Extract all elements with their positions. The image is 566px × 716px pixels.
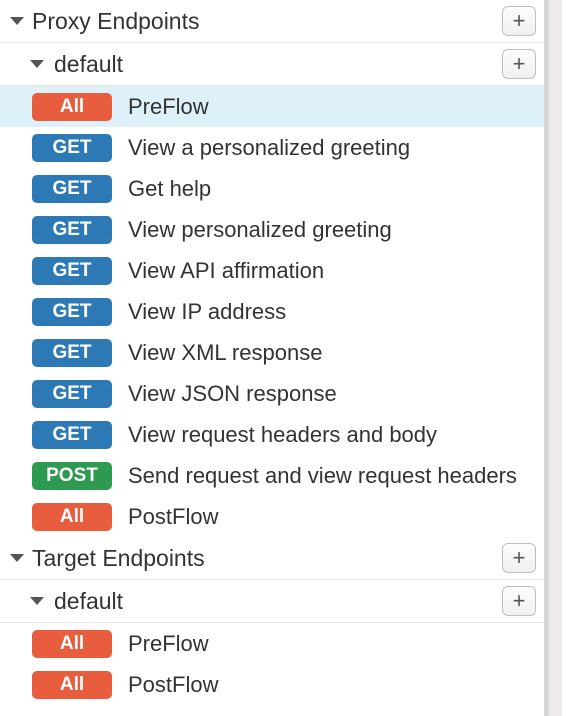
method-badge: All [32,671,112,699]
flow-label: View API affirmation [128,258,536,284]
endpoint-name: default [54,51,502,78]
flow-label: PostFlow [128,672,536,698]
flow-row[interactable]: GET View JSON response [0,373,544,414]
chevron-down-icon [30,60,44,68]
flow-label: View XML response [128,340,536,366]
proxy-default-flow-list: All PreFlow GET View a personalized gree… [0,86,544,537]
method-badge: All [32,630,112,658]
flow-label: View request headers and body [128,422,536,448]
flow-label: View a personalized greeting [128,135,536,161]
method-badge: All [32,93,112,121]
chevron-down-icon [30,597,44,605]
flow-label: View JSON response [128,381,536,407]
method-badge: GET [32,216,112,244]
flow-row[interactable]: GET View request headers and body [0,414,544,455]
section-title: Target Endpoints [32,545,502,572]
scrollbar-track[interactable] [548,0,562,716]
flow-label: PreFlow [128,94,536,120]
method-badge: GET [32,339,112,367]
method-badge: GET [32,175,112,203]
flow-label: PreFlow [128,631,536,657]
flow-row[interactable]: All PostFlow [0,496,544,537]
flow-row[interactable]: All PreFlow [0,86,544,127]
method-badge: GET [32,134,112,162]
method-badge: All [32,503,112,531]
flow-row[interactable]: GET View a personalized greeting [0,127,544,168]
flow-row[interactable]: GET View XML response [0,332,544,373]
flow-label: Get help [128,176,536,202]
proxy-endpoint-default-header[interactable]: default + [0,43,544,86]
flow-row[interactable]: GET Get help [0,168,544,209]
method-badge: GET [32,298,112,326]
add-flow-button[interactable]: + [502,586,536,616]
section-title: Proxy Endpoints [32,8,502,35]
flow-label: PostFlow [128,504,536,530]
flow-label: Send request and view request headers [128,463,536,489]
flow-row[interactable]: All PostFlow [0,664,544,705]
plus-icon: + [513,547,526,569]
plus-icon: + [513,590,526,612]
flow-row[interactable]: GET View API affirmation [0,250,544,291]
flow-row[interactable]: GET View IP address [0,291,544,332]
target-default-flow-list: All PreFlow All PostFlow [0,623,544,705]
add-flow-button[interactable]: + [502,49,536,79]
chevron-down-icon [10,554,24,562]
section-header-target[interactable]: Target Endpoints + [0,537,544,580]
section-header-proxy[interactable]: Proxy Endpoints + [0,0,544,43]
flow-label: View personalized greeting [128,217,536,243]
method-badge: GET [32,421,112,449]
add-proxy-endpoint-button[interactable]: + [502,6,536,36]
endpoint-name: default [54,588,502,615]
plus-icon: + [513,10,526,32]
chevron-down-icon [10,17,24,25]
target-endpoint-default-header[interactable]: default + [0,580,544,623]
flow-row[interactable]: All PreFlow [0,623,544,664]
method-badge: GET [32,257,112,285]
navigator-panel: Proxy Endpoints + default + All PreFlow … [0,0,548,716]
plus-icon: + [513,53,526,75]
method-badge: POST [32,462,112,490]
flow-row[interactable]: GET View personalized greeting [0,209,544,250]
flow-row[interactable]: POST Send request and view request heade… [0,455,544,496]
method-badge: GET [32,380,112,408]
flow-label: View IP address [128,299,536,325]
add-target-endpoint-button[interactable]: + [502,543,536,573]
